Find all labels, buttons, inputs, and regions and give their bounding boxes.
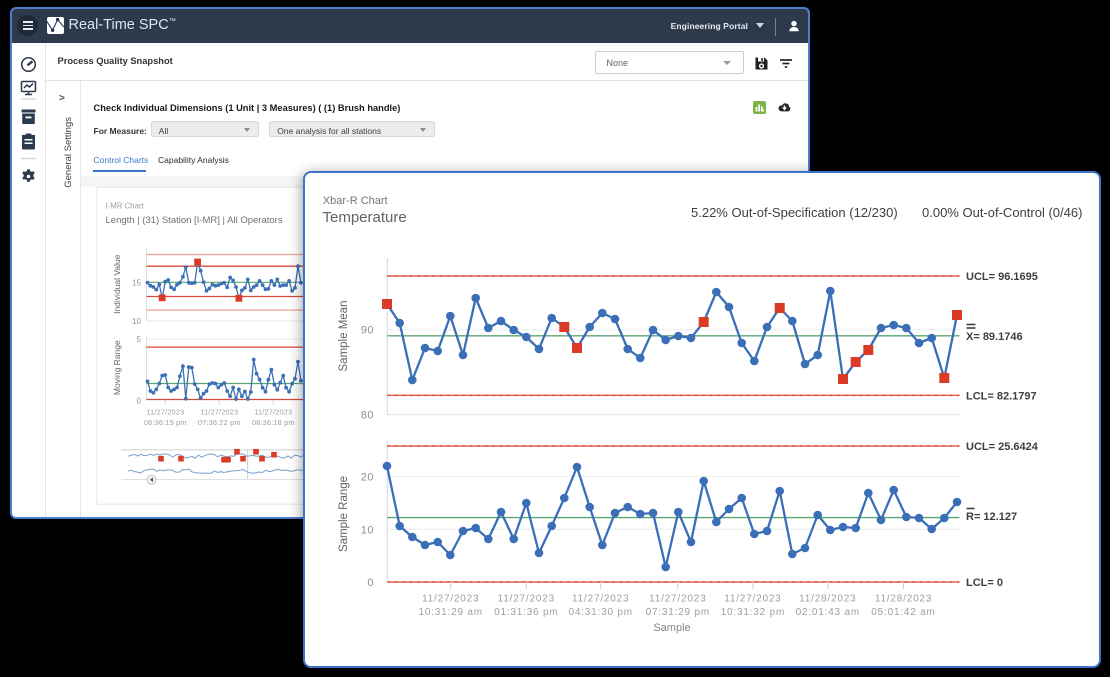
svg-text:Sample: Sample [653, 622, 690, 634]
svg-text:Sample Range: Sample Range [338, 476, 350, 552]
svg-text:11/27/2023: 11/27/2023 [422, 593, 479, 604]
svg-text:11/27/2023: 11/27/2023 [254, 408, 292, 417]
svg-text:80: 80 [361, 410, 374, 422]
svg-text:11/27/2023: 11/27/2023 [498, 593, 555, 604]
svg-text:06:36:19 pm: 06:36:19 pm [144, 418, 187, 427]
svg-text:5: 5 [137, 335, 142, 344]
svg-text:10: 10 [132, 317, 141, 326]
svg-text:X= 89.1746: X= 89.1746 [966, 331, 1023, 343]
svg-text:11/28/2023: 11/28/2023 [875, 593, 932, 604]
svg-text:08:36:18 pm: 08:36:18 pm [252, 418, 295, 427]
svg-text:Individual Value: Individual Value [112, 255, 122, 315]
svg-text:11/27/2023: 11/27/2023 [572, 593, 629, 604]
svg-text:04:31:30 pm: 04:31:30 pm [568, 607, 632, 618]
svg-text:20: 20 [361, 471, 374, 483]
svg-text:11/27/2023: 11/27/2023 [649, 593, 706, 604]
svg-text:0: 0 [367, 577, 374, 589]
svg-text:UCL= 96.1695: UCL= 96.1695 [966, 271, 1038, 283]
svg-text:11/27/2023: 11/27/2023 [146, 408, 184, 417]
svg-text:Length | (31) Station [I-MR] |: Length | (31) Station [I-MR] | All Opera… [106, 215, 283, 226]
svg-text:15: 15 [132, 279, 141, 288]
svg-text:05:01:42 am: 05:01:42 am [871, 607, 935, 618]
svg-text:UCL= 25.6424: UCL= 25.6424 [966, 441, 1039, 453]
svg-text:07:31:29 pm: 07:31:29 pm [646, 607, 710, 618]
svg-text:I-MR Chart: I-MR Chart [106, 202, 145, 211]
svg-text:90: 90 [361, 325, 374, 337]
svg-text:Sample Mean: Sample Mean [338, 301, 350, 372]
svg-text:LCL= 0: LCL= 0 [966, 577, 1003, 589]
svg-text:11/27/2023: 11/27/2023 [724, 593, 781, 604]
svg-text:02:01:43 am: 02:01:43 am [796, 607, 860, 618]
svg-text:01:31:36 pm: 01:31:36 pm [494, 607, 558, 618]
svg-text:10: 10 [361, 524, 374, 536]
svg-text:11/27/2023: 11/27/2023 [200, 408, 238, 417]
svg-text:Moving Range: Moving Range [112, 340, 122, 395]
svg-text:07:36:22 pm: 07:36:22 pm [198, 418, 241, 427]
svg-text:LCL= 82.1797: LCL= 82.1797 [966, 391, 1037, 403]
svg-text:10:31:32 pm: 10:31:32 pm [721, 607, 785, 618]
svg-text:R= 12.127: R= 12.127 [966, 511, 1017, 523]
svg-text:0: 0 [137, 397, 142, 406]
svg-text:10:31:29 am: 10:31:29 am [418, 607, 482, 618]
svg-text:11/28/2023: 11/28/2023 [799, 593, 856, 604]
